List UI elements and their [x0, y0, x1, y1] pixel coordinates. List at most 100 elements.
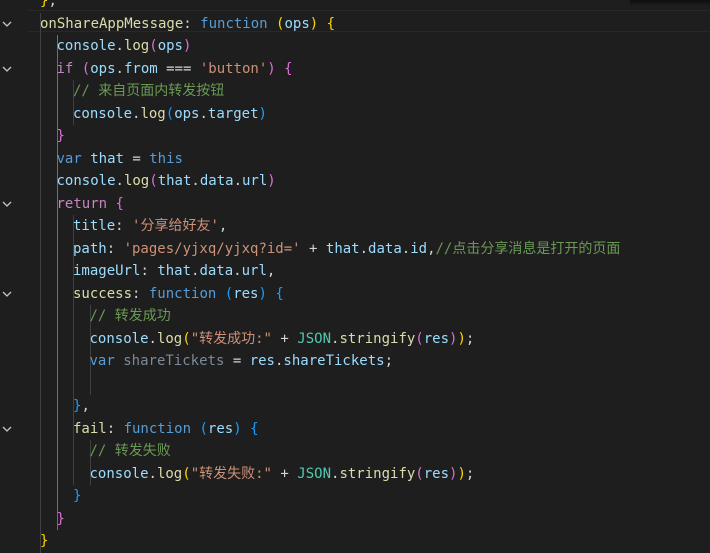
code-token: function [200, 15, 268, 32]
code-token: , [218, 218, 228, 234]
code-line[interactable]: path: 'pages/yjxq/yjxq?id=' + that.data.… [73, 238, 620, 260]
code-line[interactable]: onShareAppMessage: function (ops) { [40, 13, 335, 35]
code-token: data [368, 240, 402, 257]
code-token: function [123, 420, 192, 437]
code-line[interactable]: // 转发失败 [90, 440, 171, 462]
code-line[interactable]: imageUrl: that.data.url, [73, 260, 275, 282]
code-line[interactable]: console.log(that.data.url) [57, 170, 276, 192]
code-token: ops [174, 105, 200, 122]
code-token: that [90, 150, 124, 167]
code-token: ) [258, 285, 267, 302]
code-token: target [207, 105, 259, 122]
code-token: ) [457, 330, 466, 347]
chevron-down-icon[interactable] [2, 199, 12, 209]
code-token: that [157, 263, 192, 279]
code-token: if [56, 60, 74, 77]
code-line[interactable]: if (ops.from === 'button') { [57, 58, 293, 80]
code-token: log [156, 330, 183, 347]
code-token: //点击分享消息是打开的页面 [435, 240, 621, 257]
indent-guide [40, 12, 41, 553]
code-token: === [157, 60, 200, 77]
code-token: '分享给好友' [132, 218, 219, 234]
code-token: this [149, 150, 183, 167]
code-line[interactable]: console.log(ops.target) [73, 103, 267, 125]
code-token: var [56, 150, 82, 167]
code-token: log [123, 173, 150, 189]
code-token: + [271, 330, 298, 347]
code-token: , [81, 398, 90, 414]
code-token: that [325, 240, 360, 257]
code-token: JSON [297, 465, 331, 482]
code-line[interactable]: // 来自页面内转发按钮 [73, 80, 224, 102]
code-token: . [148, 465, 157, 482]
code-token: . [115, 173, 124, 189]
gutter [0, 0, 28, 544]
code-token: log [156, 465, 183, 482]
code-token: . [191, 173, 200, 189]
code-token: } [56, 128, 65, 144]
code-token: imageUrl [73, 263, 141, 279]
code-token: ) [457, 465, 466, 482]
code-line[interactable]: }, [40, 0, 57, 12]
code-token: // 来自页面内转发按钮 [73, 83, 225, 99]
code-token: { [326, 15, 336, 32]
code-token: , [427, 240, 436, 257]
code-token: ( [182, 465, 191, 482]
code-token: shareTickets [123, 353, 225, 369]
code-token: function [148, 285, 217, 302]
code-token: return [56, 195, 108, 212]
code-token: ) [309, 15, 319, 32]
code-line[interactable]: } [57, 125, 65, 147]
code-token: 'button' [199, 60, 268, 77]
code-token: { [250, 420, 259, 437]
code-line[interactable]: success: function (res) { [73, 283, 284, 305]
code-token: . [115, 38, 124, 54]
code-token: . [115, 60, 124, 77]
code-token: , [48, 0, 57, 9]
code-token: . [359, 240, 369, 257]
code-line[interactable]: } [73, 485, 81, 507]
code-line[interactable]: }, [73, 395, 90, 417]
code-token: ops [284, 15, 310, 32]
code-token: : [140, 263, 158, 279]
chevron-down-icon[interactable] [2, 289, 12, 299]
code-line[interactable]: console.log(ops) [57, 35, 192, 57]
code-line[interactable]: } [40, 530, 48, 552]
indent-guide [56, 35, 58, 530]
chevron-down-icon[interactable] [2, 424, 12, 434]
code-token: console [89, 330, 149, 347]
chevron-down-icon[interactable] [2, 64, 12, 74]
code-token: ( [81, 60, 91, 77]
code-token: res [233, 285, 259, 302]
code-line[interactable]: // 转发成功 [90, 305, 171, 327]
code-line[interactable]: title: '分享给好友', [73, 215, 227, 237]
code-token: : [115, 218, 133, 234]
code-line[interactable]: console.log("转发失败:" + JSON.stringify(res… [90, 463, 475, 485]
code-token: JSON [297, 330, 331, 347]
code-line[interactable]: var that = this [57, 148, 183, 170]
code-token: ) [182, 38, 192, 54]
code-token: = [123, 150, 150, 167]
code-token: : [106, 240, 124, 257]
code-token: . [233, 263, 242, 279]
code-token: . [401, 240, 411, 257]
code-line[interactable]: var shareTickets = res.shareTickets; [90, 350, 394, 372]
code-token: { [115, 195, 124, 212]
code-token: } [56, 510, 65, 527]
code-token: : [132, 285, 149, 302]
code-line[interactable]: } [57, 508, 65, 530]
code-token: ) [233, 420, 242, 437]
code-token: url [241, 263, 267, 279]
chevron-down-icon[interactable] [2, 19, 12, 29]
code-token: id [410, 240, 428, 257]
code-token: . [233, 173, 242, 189]
code-line[interactable]: console.log("转发成功:" + JSON.stringify(res… [90, 328, 475, 350]
code-line[interactable]: fail: function (res) { [73, 418, 259, 440]
code-editor[interactable]: }, onShareAppMessage: function (ops) {con… [0, 0, 710, 553]
code-token: : [183, 15, 201, 32]
code-line[interactable]: return { [57, 193, 124, 215]
code-token: { [284, 60, 293, 77]
code-token: that [157, 173, 192, 189]
